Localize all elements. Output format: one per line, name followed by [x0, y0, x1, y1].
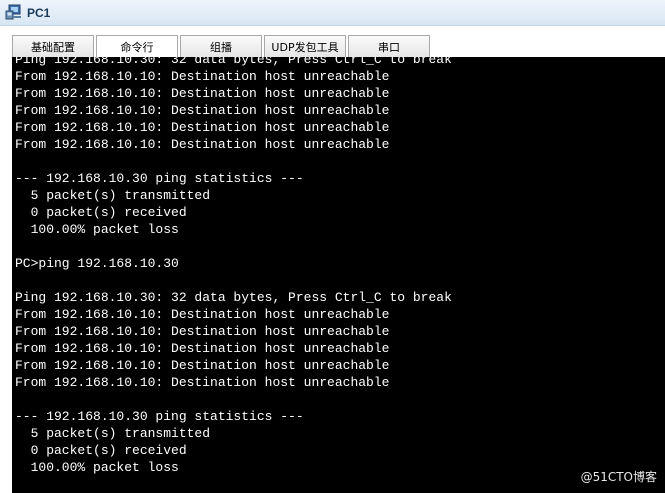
watermark: @51CTO博客	[580, 470, 657, 484]
terminal-output: Ping 192.168.10.30: 32 data bytes, Press…	[15, 57, 452, 476]
terminal-line: --- 192.168.10.30 ping statistics ---	[15, 171, 304, 186]
terminal-line: From 192.168.10.10: Destination host unr…	[15, 324, 390, 339]
command-line-terminal[interactable]: Ping 192.168.10.30: 32 data bytes, Press…	[12, 57, 665, 493]
terminal-line: From 192.168.10.10: Destination host unr…	[15, 69, 390, 84]
terminal-line: From 192.168.10.10: Destination host unr…	[15, 103, 390, 118]
terminal-line: Ping 192.168.10.30: 32 data bytes, Press…	[15, 57, 452, 67]
tab-multicast[interactable]: 组播	[180, 35, 262, 57]
terminal-line: From 192.168.10.10: Destination host unr…	[15, 86, 390, 101]
terminal-line: 5 packet(s) transmitted	[15, 188, 211, 203]
tab-basic-config[interactable]: 基础配置	[12, 35, 94, 57]
tab-serial-port[interactable]: 串口	[348, 35, 430, 57]
terminal-line: Ping 192.168.10.30: 32 data bytes, Press…	[15, 290, 452, 305]
terminal-line: PC>ping 192.168.10.30	[15, 256, 179, 271]
tab-udp-tool[interactable]: UDP发包工具	[264, 35, 346, 57]
terminal-line: From 192.168.10.10: Destination host unr…	[15, 137, 390, 152]
pc1-window: PC1 基础配置 命令行 组播 UDP发包工具 串口 Ping 192.168.…	[0, 0, 665, 493]
terminal-line: From 192.168.10.10: Destination host unr…	[15, 375, 390, 390]
terminal-line: From 192.168.10.10: Destination host unr…	[15, 307, 390, 322]
terminal-line: 5 packet(s) transmitted	[15, 426, 211, 441]
terminal-line: From 192.168.10.10: Destination host unr…	[15, 358, 390, 373]
terminal-line: From 192.168.10.10: Destination host unr…	[15, 341, 390, 356]
tab-bar: 基础配置 命令行 组播 UDP发包工具 串口	[0, 26, 665, 58]
terminal-line: --- 192.168.10.30 ping statistics ---	[15, 409, 304, 424]
terminal-line: 0 packet(s) received	[15, 205, 187, 220]
window-title: PC1	[27, 5, 51, 20]
terminal-line: 100.00% packet loss	[15, 460, 179, 475]
computer-icon	[5, 4, 23, 22]
title-bar: PC1	[0, 0, 665, 26]
terminal-line: 0 packet(s) received	[15, 443, 187, 458]
terminal-line: From 192.168.10.10: Destination host unr…	[15, 120, 390, 135]
tab-command-line[interactable]: 命令行	[96, 35, 178, 58]
terminal-line: 100.00% packet loss	[15, 222, 179, 237]
